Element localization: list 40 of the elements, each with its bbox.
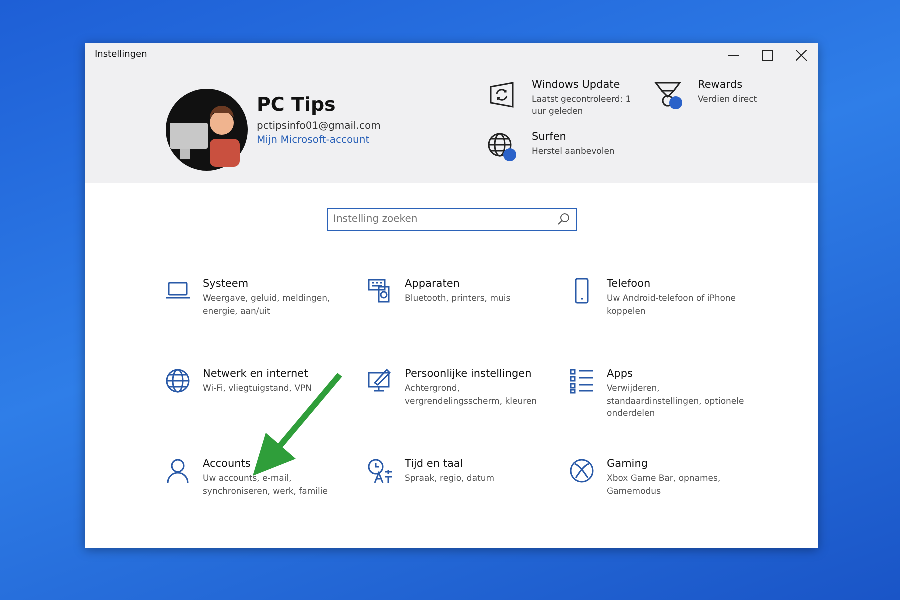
category-description: Weergave, geluid, meldingen, energie, aan/uit bbox=[203, 293, 332, 318]
microsoft-account-link[interactable]: Mijn Microsoft-account bbox=[257, 135, 381, 146]
profile-email: pctipsinfo01@gmail.com bbox=[257, 121, 381, 132]
window-title: Instellingen bbox=[95, 50, 148, 60]
profile-name: PC Tips bbox=[257, 94, 337, 116]
category-description: Bluetooth, printers, muis bbox=[405, 293, 512, 306]
globe-icon bbox=[165, 368, 191, 394]
clock-letter-icon bbox=[367, 458, 393, 484]
category-title[interactable]: Accounts bbox=[203, 458, 353, 470]
category-description: Xbox Game Bar, opnames, Gamemodus bbox=[607, 473, 722, 498]
category-description: Wi-Fi, vliegtuigstand, VPN bbox=[203, 383, 313, 396]
globe-icon[interactable] bbox=[486, 130, 518, 162]
category-title[interactable]: Gaming bbox=[607, 458, 757, 470]
category-title[interactable]: Apparaten bbox=[405, 278, 555, 290]
keyboard-speaker-icon bbox=[367, 278, 393, 304]
status-title[interactable]: Surfen bbox=[532, 130, 642, 142]
category-title[interactable]: Netwerk en internet bbox=[203, 368, 353, 380]
list-icon bbox=[569, 368, 595, 394]
category-description: Uw accounts, e-mail, synchroniseren, werk, familie bbox=[203, 473, 329, 498]
category-description: Verwijderen, standaardinstellingen, optionele onderdelen bbox=[607, 383, 746, 420]
status-subtitle: Herstel aanbevolen bbox=[532, 146, 616, 158]
xbox-icon bbox=[569, 458, 595, 484]
maximize-icon bbox=[762, 50, 772, 60]
search-field[interactable]: Instelling zoeken bbox=[326, 208, 576, 231]
category-description: Uw Android-telefoon of iPhone koppelen bbox=[607, 293, 738, 318]
search-icon bbox=[558, 212, 570, 224]
category-description: Achtergrond, vergrendelingsscherm, kleuren bbox=[405, 383, 538, 408]
category-title[interactable]: Apps bbox=[607, 368, 757, 380]
status-subtitle: Verdien direct bbox=[698, 94, 758, 106]
status-title[interactable]: Rewards bbox=[698, 79, 808, 91]
category-title[interactable]: Telefoon bbox=[607, 278, 757, 290]
category-title[interactable]: Persoonlijke instellingen bbox=[405, 368, 555, 380]
category-title[interactable]: Tijd en taal bbox=[405, 458, 555, 470]
status-title[interactable]: Windows Update bbox=[532, 79, 642, 91]
close-icon bbox=[796, 50, 806, 60]
category-title[interactable]: Systeem bbox=[203, 278, 353, 290]
monitor-brush-icon bbox=[367, 368, 393, 394]
category-description: Spraak, regio, datum bbox=[405, 473, 496, 486]
status-subtitle: Laatst gecontroleerd: 1 uur geleden bbox=[532, 94, 632, 118]
person-icon bbox=[165, 458, 191, 484]
